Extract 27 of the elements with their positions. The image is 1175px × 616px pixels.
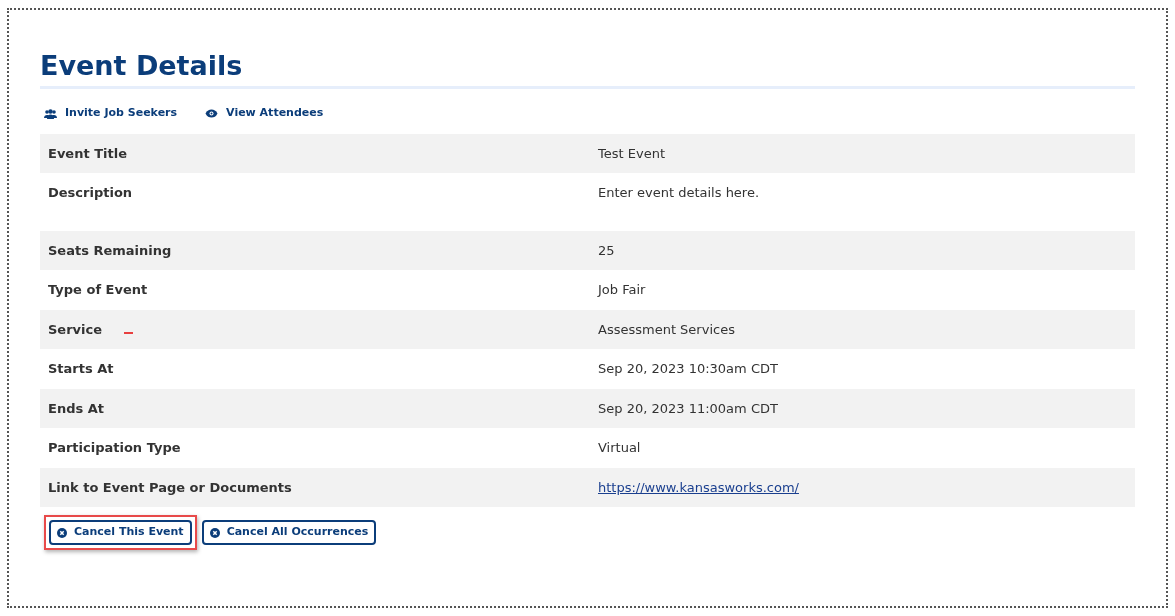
people-icon bbox=[44, 108, 57, 119]
close-icon bbox=[57, 527, 67, 538]
page-title: Event Details bbox=[40, 50, 1135, 90]
field-value: Job Fair bbox=[598, 282, 646, 298]
field-value: Enter event details here. bbox=[598, 185, 760, 201]
event-page-link[interactable]: https://www.kansasworks.com/ bbox=[598, 479, 799, 495]
field-value: Assessment Services bbox=[598, 321, 735, 337]
field-label: Seats Remaining bbox=[48, 242, 172, 258]
field-value: Sep 20, 2023 11:00am CDT bbox=[598, 400, 778, 416]
cancel-button[interactable]: Cancel All Occurrences bbox=[201, 520, 377, 545]
field-label: Description bbox=[48, 185, 133, 201]
field-label: Service bbox=[48, 321, 103, 337]
field-label: Ends At bbox=[48, 400, 104, 416]
action-link[interactable]: View Attendees bbox=[205, 105, 324, 122]
field-value: Virtual bbox=[598, 440, 641, 456]
field-label: Participation Type bbox=[48, 440, 181, 456]
close-icon bbox=[209, 527, 220, 538]
field-label: Event Title bbox=[48, 145, 127, 161]
eye-icon bbox=[205, 109, 219, 119]
field-label: Starts At bbox=[48, 361, 114, 377]
cancel-button[interactable]: Cancel This Event bbox=[49, 520, 192, 545]
field-value: Sep 20, 2023 10:30am CDT bbox=[598, 361, 778, 377]
field-value: 25 bbox=[598, 242, 615, 258]
field-value: Test Event bbox=[598, 145, 665, 161]
action-link[interactable]: Invite Job Seekers bbox=[44, 105, 178, 122]
field-label: Type of Event bbox=[48, 282, 148, 298]
field-label: Link to Event Page or Documents bbox=[48, 479, 292, 495]
